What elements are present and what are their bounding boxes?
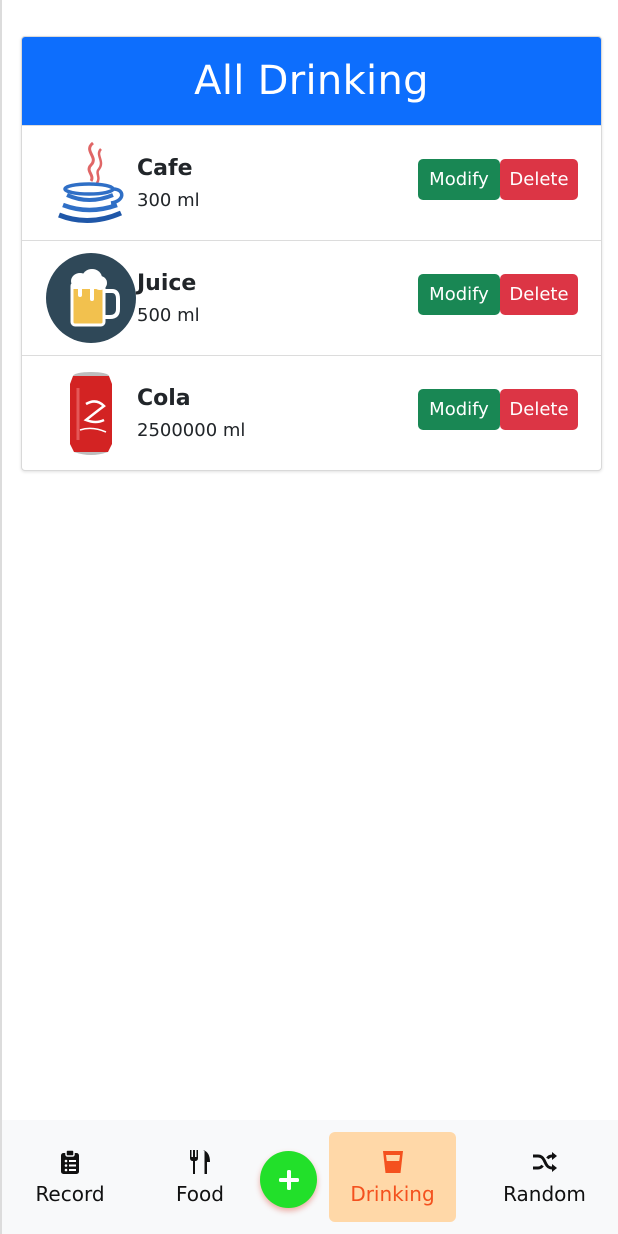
nav-random-label: Random bbox=[503, 1182, 586, 1206]
nav-record[interactable]: Record bbox=[20, 1132, 120, 1222]
utensils-icon bbox=[188, 1148, 212, 1176]
beer-mug-icon bbox=[46, 253, 136, 343]
page-title: All Drinking bbox=[22, 37, 601, 125]
item-name: Juice bbox=[137, 271, 197, 296]
item-volume: 500 ml bbox=[137, 305, 200, 326]
delete-button[interactable]: Delete bbox=[500, 274, 578, 315]
clipboard-icon bbox=[60, 1148, 80, 1176]
modify-button[interactable]: Modify bbox=[418, 159, 500, 200]
add-button[interactable] bbox=[260, 1151, 317, 1208]
plus-icon bbox=[278, 1169, 299, 1190]
item-volume: 300 ml bbox=[137, 190, 200, 211]
nav-record-label: Record bbox=[35, 1182, 105, 1206]
bottom-nav: Record Food Drinking Random bbox=[2, 1120, 618, 1234]
list-item: Cafe 300 ml Modify Delete bbox=[22, 125, 601, 240]
item-name: Cola bbox=[137, 386, 191, 411]
drinking-list-card: All Drinking Cafe 300 ml Modify Delete J… bbox=[21, 36, 602, 471]
java-coffee-cup-icon bbox=[46, 138, 136, 228]
nav-random[interactable]: Random bbox=[492, 1132, 597, 1222]
list-item: Cola 2500000 ml Modify Delete bbox=[22, 355, 601, 470]
shuffle-icon bbox=[532, 1148, 558, 1176]
nav-food-label: Food bbox=[176, 1182, 224, 1206]
nav-drinking[interactable]: Drinking bbox=[329, 1132, 456, 1222]
cola-can-icon bbox=[46, 368, 136, 458]
nav-food[interactable]: Food bbox=[150, 1132, 250, 1222]
item-name: Cafe bbox=[137, 156, 193, 181]
modify-button[interactable]: Modify bbox=[418, 389, 500, 430]
delete-button[interactable]: Delete bbox=[500, 159, 578, 200]
glass-icon bbox=[381, 1148, 405, 1176]
list-item: Juice 500 ml Modify Delete bbox=[22, 240, 601, 355]
nav-drinking-label: Drinking bbox=[350, 1182, 435, 1206]
item-volume: 2500000 ml bbox=[137, 420, 246, 441]
modify-button[interactable]: Modify bbox=[418, 274, 500, 315]
delete-button[interactable]: Delete bbox=[500, 389, 578, 430]
